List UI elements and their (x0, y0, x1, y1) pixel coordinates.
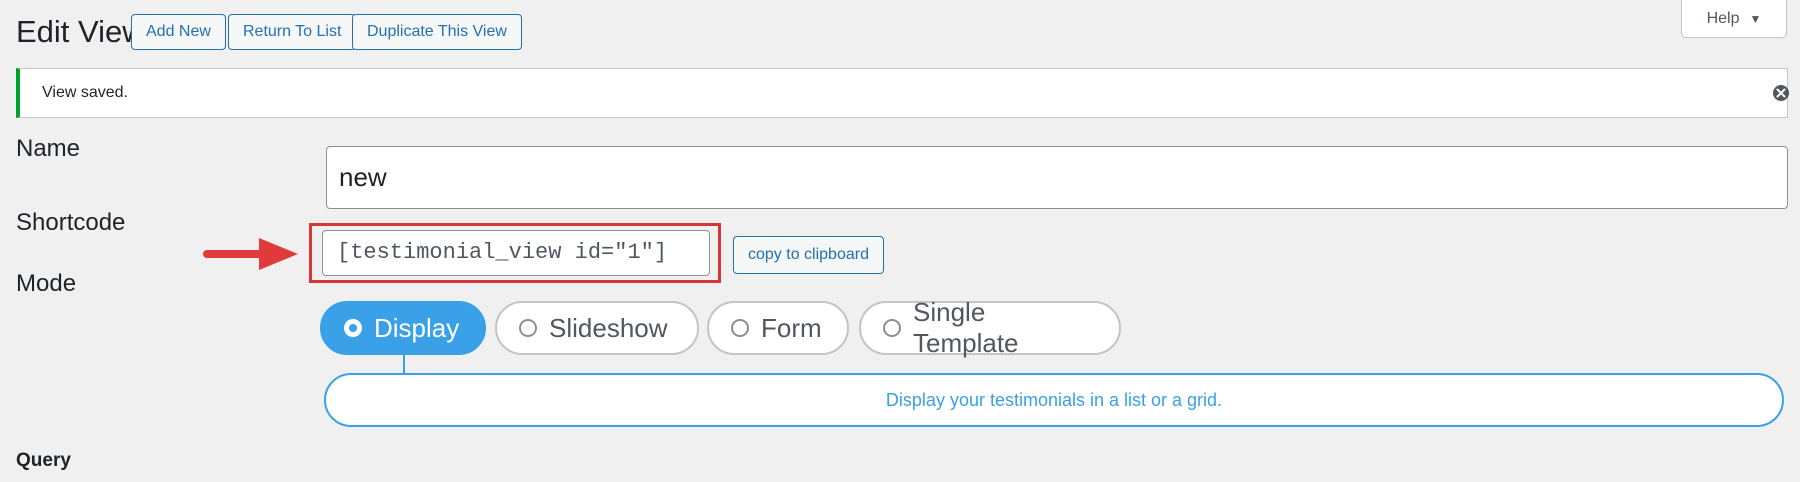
shortcode-label: Shortcode (16, 209, 126, 236)
add-new-button[interactable]: Add New (131, 14, 226, 50)
arrow-right-icon (203, 238, 298, 270)
radio-selected-icon (344, 319, 362, 337)
mode-display-option[interactable]: Display (320, 301, 486, 355)
help-label: Help (1706, 9, 1740, 27)
caret-down-icon: ▼ (1749, 11, 1762, 26)
name-input[interactable] (326, 146, 1788, 209)
copy-to-clipboard-button[interactable]: copy to clipboard (733, 236, 884, 274)
mode-label: Mode (16, 270, 77, 297)
mode-description: Display your testimonials in a list or a… (324, 373, 1784, 427)
mode-display-label: Display (374, 312, 460, 343)
success-notice: View saved. (16, 68, 1790, 118)
mode-slideshow-option[interactable]: Slideshow (495, 301, 699, 355)
shortcode-field[interactable]: [testimonial_view id="1"] (322, 230, 710, 276)
mode-form-label: Form (761, 312, 822, 343)
mode-single-template-label: Single Template (913, 297, 1019, 358)
notice-text: View saved. (42, 84, 128, 101)
mode-single-template-option[interactable]: Single Template (859, 297, 1121, 358)
mode-connector (403, 355, 405, 373)
help-tab-button[interactable]: Help ▼ (1681, 0, 1787, 38)
duplicate-view-button[interactable]: Duplicate This View (352, 14, 522, 50)
mode-slideshow-label: Slideshow (549, 312, 668, 343)
radio-icon (883, 319, 901, 337)
radio-icon (731, 319, 749, 337)
radio-icon (519, 319, 537, 337)
query-section-heading: Query (16, 450, 71, 471)
name-label: Name (16, 135, 81, 162)
mode-form-option[interactable]: Form (707, 301, 849, 355)
dismiss-circle-icon[interactable] (1772, 84, 1790, 102)
return-to-list-button[interactable]: Return To List (228, 14, 357, 50)
page-title: Edit View (16, 14, 145, 49)
